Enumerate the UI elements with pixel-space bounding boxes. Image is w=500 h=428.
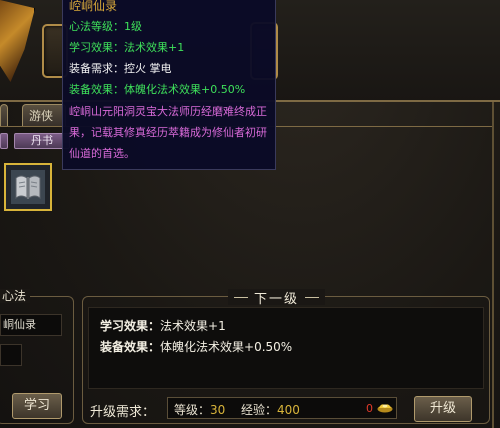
tooltip-equip-effect: 装备效果：体魄化法术效果+0.50% <box>69 83 246 96</box>
learn-button[interactable]: 学习 <box>12 393 62 419</box>
skill-book-slot[interactable] <box>4 163 52 211</box>
tooltip-level: 心法等级：1级 <box>69 20 142 33</box>
gold-ingot-icon <box>377 404 393 413</box>
upgrade-requirement-label: 升级需求： <box>90 405 156 420</box>
next-equip-value: 体魄化法术效果+0.50% <box>160 340 293 354</box>
required-exp-value: 400 <box>277 403 300 417</box>
tab-youxia[interactable]: 游侠 <box>22 104 66 126</box>
next-equip-effect: 装备效果：体魄化法术效果+0.50% <box>100 338 292 355</box>
tooltip-equip-req: 装备需求：控火 掌电 <box>69 62 172 75</box>
upgrade-button[interactable]: 升级 <box>414 396 472 422</box>
next-level-title: 下一级 <box>254 291 300 307</box>
next-equip-label: 装备效果： <box>100 340 161 354</box>
tooltip-description: 崆峒山元阳洞灵宝大法师历经磨难终成正果，记载其修真经历萃籍成为修仙者初研仙道的首… <box>69 105 267 160</box>
title-dash-right <box>305 296 320 298</box>
required-level-value: 30 <box>210 403 226 417</box>
current-method-name: 峒仙录 <box>0 314 62 336</box>
required-money-value: 0 <box>366 402 373 415</box>
tooltip-learn-effect: 学习效果：法术效果+1 <box>69 41 185 54</box>
current-method-title: 心法 <box>0 289 31 303</box>
frame-right-border <box>492 102 494 428</box>
required-exp-label: 经验： <box>241 403 278 417</box>
required-level-label: 等级： <box>174 403 211 417</box>
item-tooltip: 崆峒仙录 心法等级：1级 学习效果：法术效果+1 装备需求：控火 掌电 装备效果… <box>62 0 276 170</box>
required-exp: 经验：400 <box>241 401 300 418</box>
current-method-slot[interactable] <box>0 344 22 366</box>
title-dash-left <box>234 296 248 298</box>
next-learn-effect: 学习效果：法术效果+1 <box>100 317 226 334</box>
next-level-header: 下一级 <box>228 289 326 307</box>
scroll-book-icon <box>11 170 45 204</box>
tooltip-title: 崆峒仙录 <box>69 0 118 13</box>
next-learn-value: 法术效果+1 <box>160 319 226 333</box>
tab-first[interactable] <box>0 104 8 126</box>
filter-first[interactable] <box>0 133 8 149</box>
required-level: 等级：30 <box>174 401 225 418</box>
next-learn-label: 学习效果： <box>100 319 161 333</box>
